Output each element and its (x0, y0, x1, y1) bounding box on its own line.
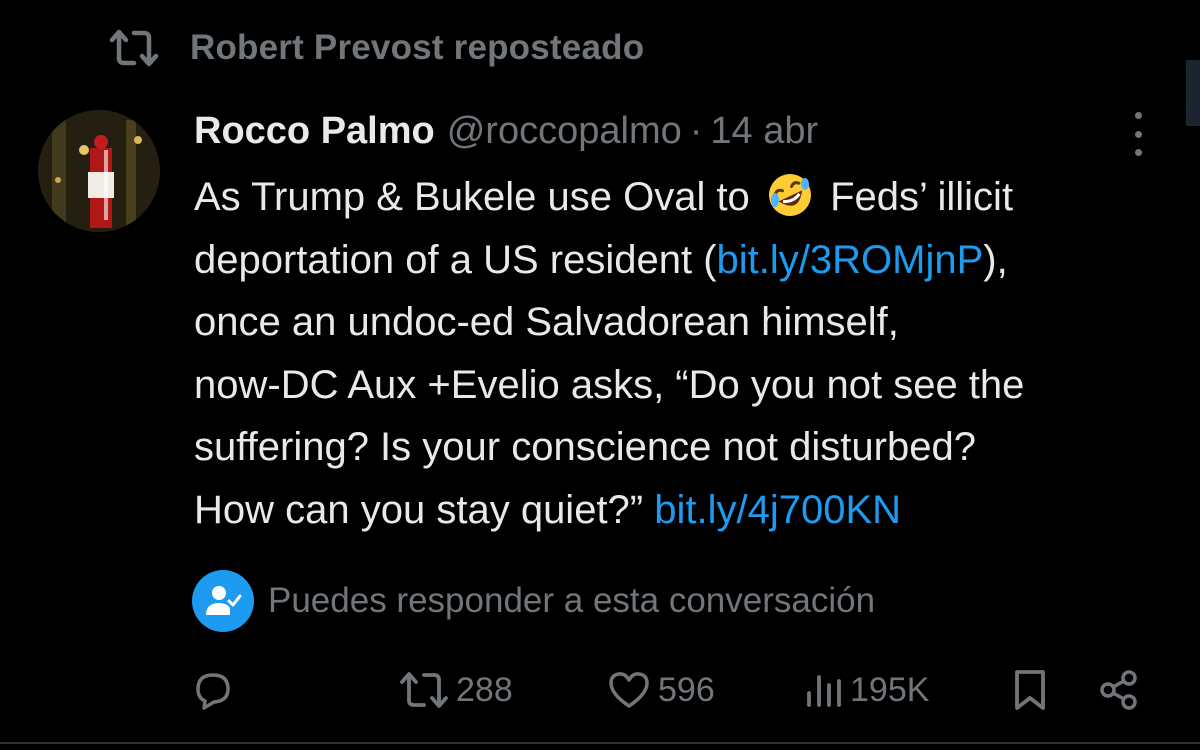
tweet-text: As Trump & Bukele use Oval to Feds’ illi… (194, 166, 1184, 541)
link-2[interactable]: bit.ly/4j700KN (654, 488, 901, 532)
more-options-icon[interactable] (1124, 112, 1152, 156)
reply-icon (196, 673, 230, 710)
views-count: 195K (850, 670, 930, 709)
tweet-line: How can you stay quiet?” bit.ly/4j700KN (194, 487, 902, 532)
scrollbar[interactable] (1186, 60, 1200, 126)
views-icon (807, 675, 841, 707)
avatar[interactable] (38, 110, 160, 232)
heart-icon (609, 672, 649, 708)
rolling-on-floor-laughing-emoji (768, 174, 811, 216)
reply-permission: Puedes responder a esta conversación (192, 570, 875, 632)
author-name[interactable]: Rocco Palmo (194, 106, 435, 156)
bookmark-button[interactable] (1010, 660, 1050, 720)
tweet-line: deportation of a US resident (bit.ly/3RO… (194, 237, 1008, 282)
reply-permission-label: Puedes responder a esta conversación (268, 581, 876, 620)
tweet-page: Robert Prevost reposteado Rocco Palmo @r… (0, 0, 1200, 750)
repost-header[interactable]: Robert Prevost reposteado (108, 28, 644, 68)
repost-count: 288 (456, 670, 513, 709)
action-bar: 288 596 195K (0, 660, 1200, 720)
share-icon (1100, 670, 1137, 710)
user-check-icon (192, 570, 254, 632)
author-handle[interactable]: @roccopalmo (447, 106, 682, 156)
repost-icon (109, 29, 159, 67)
bookmark-icon (1015, 670, 1045, 710)
tweet-header: Rocco Palmo @roccopalmo · 14 abr (194, 106, 818, 156)
repost-icon (400, 672, 448, 708)
tweet-line: suffering? Is your conscience not distur… (194, 425, 976, 469)
views-button[interactable]: 195K (804, 660, 929, 720)
like-count: 596 (658, 670, 715, 709)
tweet-line: once an undoc-ed Salvadorean himself, (194, 300, 899, 344)
repost-button[interactable]: 288 (398, 660, 513, 720)
tweet-line: now-DC Aux +Evelio asks, “Do you not see… (194, 362, 1025, 407)
link-1[interactable]: bit.ly/3ROMjnP (717, 238, 984, 282)
share-button[interactable] (1096, 660, 1142, 720)
separator-dot: · (689, 110, 703, 152)
tweet-date[interactable]: 14 abr (710, 106, 818, 156)
tweet-line: As Trump & Bukele use Oval to Feds’ illi… (194, 166, 1184, 229)
like-button[interactable]: 596 (606, 660, 715, 720)
repost-label: Robert Prevost reposteado (190, 28, 645, 67)
reply-button[interactable] (190, 660, 242, 720)
divider (0, 742, 1200, 744)
